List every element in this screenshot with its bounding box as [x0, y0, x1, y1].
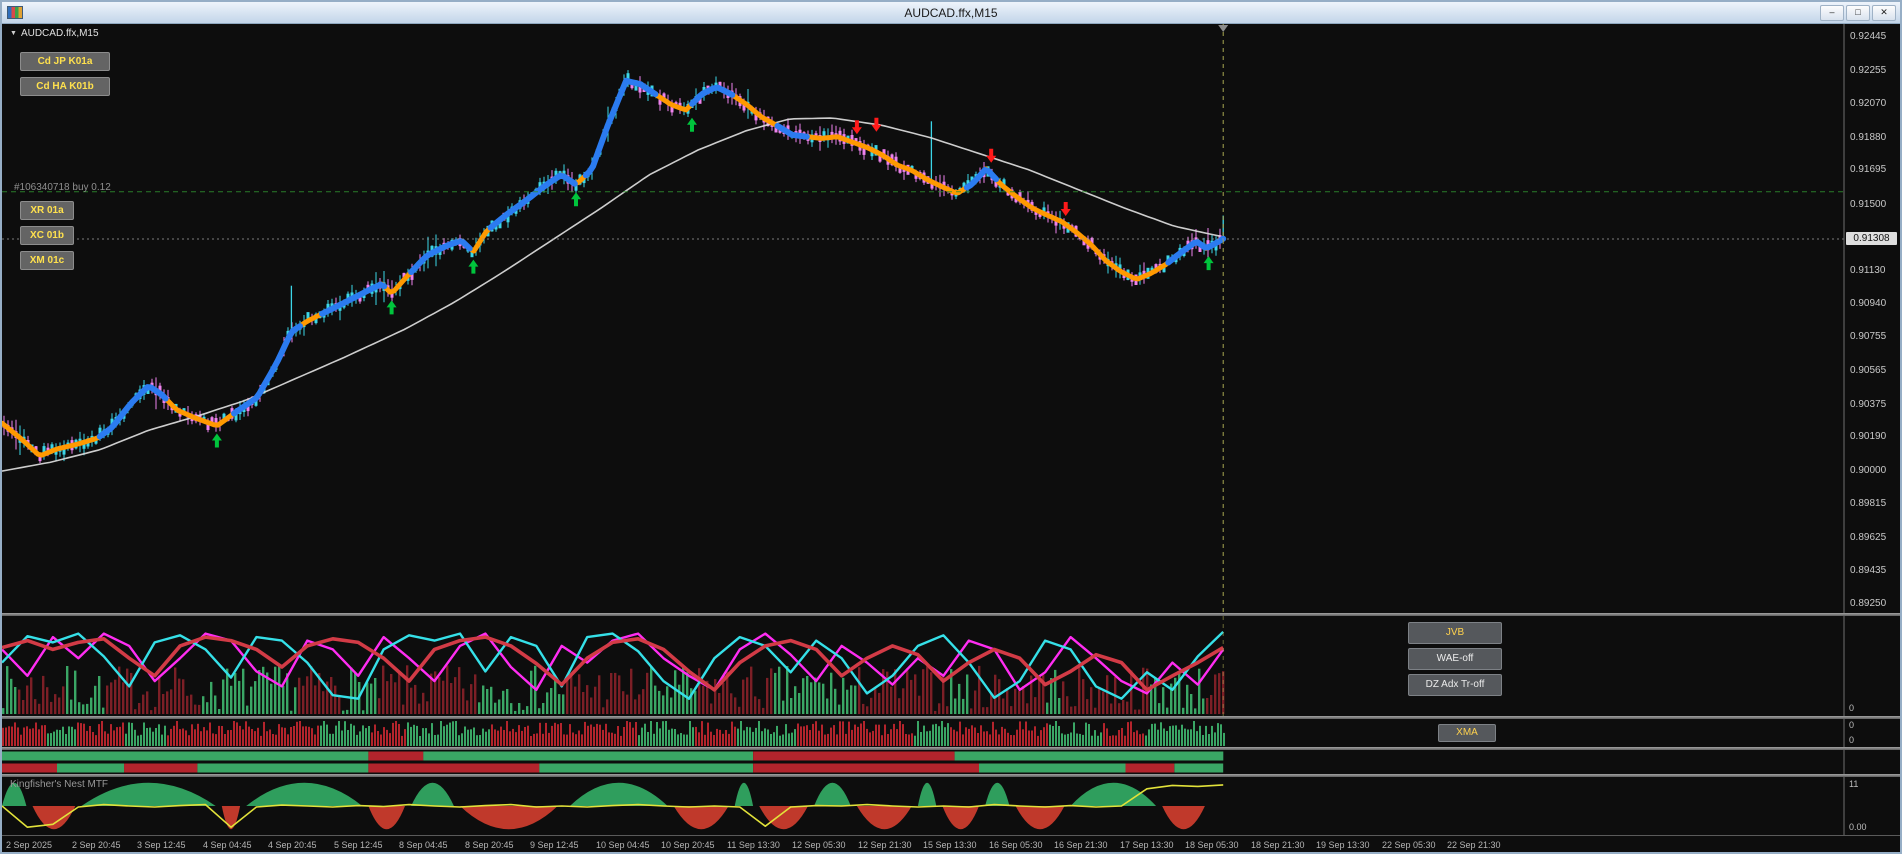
price-axis-label: 0.89250 — [1850, 598, 1887, 609]
trend-strip-canvas — [2, 750, 1845, 774]
time-axis-label: 11 Sep 13:30 — [727, 840, 780, 850]
price-axis[interactable]: 0.92445 0.92255 0.92070 0.91880 0.91695 0.915… — [1844, 24, 1900, 613]
mt4-chart-window: AUDCAD.ffx,M15 – □ ✕ ▼ AUDCAD.ffx,M15 Cd… — [0, 0, 1902, 854]
time-axis-label: 16 Sep 05:30 — [989, 840, 1043, 850]
time-axis-label: 18 Sep 21:30 — [1251, 840, 1305, 850]
oscillator-buttons: JVB WAE-off DZ Adx Tr-off — [1408, 622, 1502, 696]
time-axis-label: 3 Sep 12:45 — [137, 840, 186, 850]
chart-frame: ▼ AUDCAD.ffx,M15 Cd JP K01a Cd HA K01b #… — [2, 24, 1900, 852]
open-trade-label: #106340718 buy 0.12 — [14, 182, 111, 193]
kingfisher-label: Kingfisher's Nest MTF — [10, 779, 109, 790]
close-button[interactable]: ✕ — [1872, 4, 1896, 21]
time-axis-label: 16 Sep 21:30 — [1054, 840, 1108, 850]
buy-signal-arrow-icon — [1203, 256, 1214, 271]
kingfisher-indicator-pane[interactable]: Kingfisher's Nest MTF 11 0.00 — [2, 777, 1900, 835]
price-axis-label: 0.90565 — [1850, 365, 1887, 376]
kingfisher-canvas — [2, 777, 1845, 835]
buy-signal-arrow-icon — [687, 117, 697, 132]
time-axis-label: 8 Sep 20:45 — [465, 840, 514, 850]
time-axis-label: 10 Sep 04:45 — [596, 840, 650, 850]
price-axis-label: 0.90190 — [1850, 431, 1887, 442]
time-axis-label: 5 Sep 12:45 — [334, 840, 383, 850]
price-chart-canvas — [2, 24, 1845, 613]
price-chart-pane[interactable]: ▼ AUDCAD.ffx,M15 Cd JP K01a Cd HA K01b #… — [2, 24, 1900, 613]
trend-strip-pane[interactable] — [2, 750, 1900, 774]
time-axis[interactable]: 2 Sep 2025 2 Sep 20:45 3 Sep 12:45 4 Sep 04… — [2, 835, 1900, 852]
price-axis-label: 0.91695 — [1850, 164, 1887, 175]
price-axis-label: 0.91880 — [1850, 132, 1887, 143]
time-axis-label: 9 Sep 12:45 — [530, 840, 579, 850]
price-axis-label: 0.92070 — [1850, 98, 1887, 109]
oscillator-canvas — [2, 616, 1845, 716]
time-axis-label: 19 Sep 13:30 — [1316, 840, 1370, 850]
indicator-scale-label: 11 — [1849, 779, 1859, 789]
indicator-scale-label: 0 — [1849, 735, 1855, 745]
price-axis-label: 0.91130 — [1850, 265, 1886, 276]
time-axis-label: 2 Sep 2025 — [6, 840, 53, 850]
symbol-timeframe-text: AUDCAD.ffx,M15 — [20, 28, 99, 39]
price-axis-label: 0.89815 — [1850, 498, 1887, 509]
xma-indicator-pane[interactable]: XMA 0 0 — [2, 719, 1900, 747]
time-axis-label: 2 Sep 20:45 — [72, 840, 121, 850]
wae-toggle-button[interactable]: WAE-off — [1408, 648, 1502, 670]
cd-jp-indicator-button[interactable]: Cd JP K01a — [20, 52, 110, 71]
buy-signal-arrow-icon — [571, 192, 581, 207]
restore-button[interactable]: □ — [1846, 4, 1870, 21]
chart-app-icon — [7, 6, 23, 19]
time-axis-label: 10 Sep 20:45 — [661, 840, 715, 850]
xc-indicator-button[interactable]: XC 01b — [20, 226, 74, 245]
time-axis-label: 4 Sep 20:45 — [268, 840, 317, 850]
price-axis-label: 0.90755 — [1850, 331, 1887, 342]
price-axis-label: 0.91500 — [1850, 199, 1887, 210]
dz-adx-toggle-button[interactable]: DZ Adx Tr-off — [1408, 674, 1502, 696]
price-axis-label: 0.89625 — [1850, 532, 1887, 543]
time-axis-label: 12 Sep 05:30 — [792, 840, 846, 850]
indicator-scale-label: 0 — [1849, 703, 1855, 713]
time-axis-label: 15 Sep 13:30 — [923, 840, 977, 850]
time-axis-label: 22 Sep 21:30 — [1447, 840, 1501, 850]
time-axis-label: 4 Sep 04:45 — [203, 840, 252, 850]
window-title: AUDCAD.ffx,M15 — [904, 5, 998, 20]
buy-signal-arrow-icon — [211, 433, 222, 448]
time-axis-label: 17 Sep 13:30 — [1120, 840, 1174, 850]
jvb-button[interactable]: JVB — [1408, 622, 1502, 644]
minimize-button[interactable]: – — [1820, 4, 1844, 21]
indicator-scale-label: 0 — [1849, 720, 1855, 730]
xm-indicator-button[interactable]: XM 01c — [20, 251, 74, 270]
current-price-badge: 0.91308 — [1846, 232, 1897, 245]
window-titlebar[interactable]: AUDCAD.ffx,M15 – □ ✕ — [2, 2, 1900, 24]
time-axis-label: 8 Sep 04:45 — [399, 840, 448, 850]
oscillator-indicator-pane[interactable]: JVB WAE-off DZ Adx Tr-off 0 — [2, 616, 1900, 716]
price-axis-label: 0.90000 — [1850, 465, 1887, 476]
buy-signal-arrow-icon — [468, 259, 479, 274]
sell-signal-arrow-icon — [1060, 202, 1071, 216]
xma-canvas — [2, 719, 1845, 747]
price-axis-label: 0.92445 — [1850, 31, 1887, 42]
price-axis-label: 0.90940 — [1850, 298, 1887, 309]
sell-signal-arrow-icon — [871, 117, 882, 132]
xr-indicator-button[interactable]: XR 01a — [20, 201, 74, 220]
cd-ha-indicator-button[interactable]: Cd HA K01b — [20, 77, 110, 96]
time-axis-label: 18 Sep 05:30 — [1185, 840, 1239, 850]
price-axis-label: 0.89435 — [1850, 565, 1887, 576]
indicator-scale-label: 0.00 — [1849, 822, 1867, 832]
sell-signal-arrow-icon — [986, 148, 997, 163]
time-axis-label: 22 Sep 05:30 — [1382, 840, 1436, 850]
price-axis-label: 0.92255 — [1850, 65, 1887, 76]
xma-button[interactable]: XMA — [1438, 724, 1496, 742]
buy-signal-arrow-icon — [386, 300, 397, 315]
time-axis-label: 12 Sep 21:30 — [858, 840, 912, 850]
price-axis-label: 0.90375 — [1850, 399, 1887, 410]
chart-symbol-label[interactable]: ▼ AUDCAD.ffx,M15 — [10, 28, 99, 39]
chevron-down-icon: ▼ — [10, 30, 17, 37]
